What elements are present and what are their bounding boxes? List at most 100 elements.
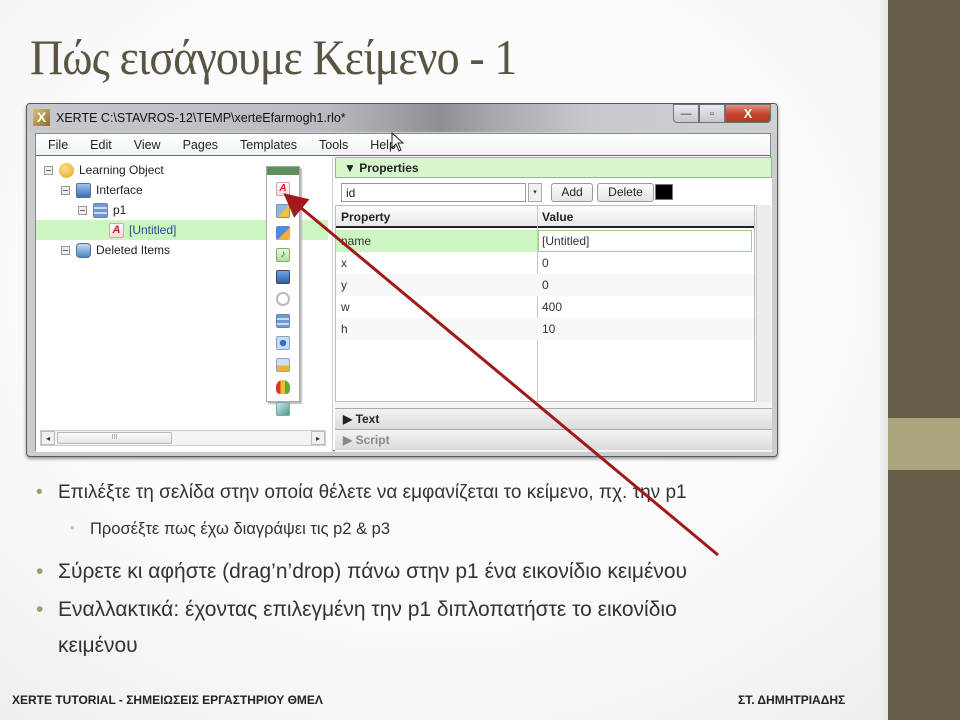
tree-item-label: Deleted Items (96, 243, 171, 257)
button-icon[interactable] (276, 336, 290, 350)
text-icon[interactable]: A (276, 182, 290, 196)
add-button[interactable]: Add (551, 183, 593, 202)
page-icon (93, 202, 108, 218)
bullet-text: Εναλλακτικά: έχοντας επιλεγμένη την p1 δ… (58, 598, 677, 621)
table-row[interactable]: name [Untitled] (336, 230, 754, 252)
property-cell: x (341, 256, 347, 270)
section-script[interactable]: ▶ Script (335, 429, 772, 450)
bullet-text: κειμένου (58, 634, 138, 657)
xerte-app-icon: X (33, 109, 50, 126)
tree-item-label: [Untitled] (129, 223, 177, 237)
deleted-items-icon (76, 242, 91, 258)
scroll-right-icon[interactable]: ▸ (311, 431, 325, 445)
bullet-marker: • (36, 482, 43, 503)
interface-icon (76, 182, 91, 198)
bullet-marker: • (70, 520, 75, 535)
xerte-window: X XERTE C:\STAVROS-12\TEMP\xerteEfarmogh… (26, 103, 778, 457)
slide-accent-strip (888, 0, 960, 720)
bullet-text: Επιλέξτε τη σελίδα στην οποία θέλετε να … (58, 482, 687, 503)
scroll-thumb[interactable]: III (57, 432, 172, 444)
bullet-marker: • (36, 560, 44, 583)
property-cell: w (341, 300, 350, 314)
delete-button[interactable]: Delete (597, 183, 654, 202)
menu-file[interactable]: File (48, 138, 68, 152)
close-button[interactable]: X (725, 104, 771, 123)
table-row[interactable]: w 400 (336, 296, 754, 318)
menu-templates[interactable]: Templates (240, 138, 297, 152)
collapse-icon[interactable] (61, 245, 70, 255)
minimize-icon: — (680, 107, 692, 120)
audio-icon[interactable]: ♪ (276, 248, 290, 262)
color-picker-swatch[interactable] (655, 184, 673, 200)
menu-tools[interactable]: Tools (319, 138, 348, 152)
minimize-button[interactable]: — (673, 104, 699, 123)
edit-pencil-icon[interactable] (276, 226, 290, 240)
bullet-continuation: κειμένου (58, 634, 138, 658)
window-title: XERTE C:\STAVROS-12\TEMP\xerteEfarmogh1.… (56, 111, 346, 125)
table-header: Property Value (336, 206, 754, 228)
palette-header[interactable] (267, 167, 299, 175)
component-palette: A ♪ (266, 166, 300, 416)
footer-left: XERTE TUTORIAL - ΣΗΜΕΙΩΣΕΙΣ ΕΡΓΑΣΤΗΡΙΟΥ … (12, 693, 323, 707)
bullet-subitem: • Προσέξτε πως έχω διαγράψει τις p2 & p3 (70, 520, 391, 539)
timeline-icon[interactable] (276, 358, 290, 372)
menu-pages[interactable]: Pages (183, 138, 218, 152)
value-cell[interactable]: 0 (542, 278, 549, 292)
slide-title: Πώς εισάγουμε Κείμενο - 1 (30, 29, 517, 85)
property-cell: y (341, 278, 347, 292)
column-header-value[interactable]: Value (542, 210, 573, 224)
bullet-text: Σύρετε κι αφήστε (drag’n’drop) πάνω στην… (58, 560, 688, 583)
value-cell[interactable]: [Untitled] (542, 234, 589, 248)
properties-toolbar: id ▾ Add Delete (335, 178, 772, 205)
structure-tree: Learning Object Interface p1 A [Untitled… (36, 157, 333, 452)
property-dropdown-icon[interactable]: ▾ (528, 183, 542, 202)
value-cell[interactable]: 400 (542, 300, 562, 314)
table-vertical-scrollbar[interactable] (756, 205, 770, 402)
tree-item-label: Learning Object (79, 163, 164, 177)
window-client: File Edit View Pages Templates Tools Hel… (35, 132, 772, 452)
property-name-input[interactable]: id (341, 183, 526, 202)
maximize-button[interactable]: ▫ (699, 104, 725, 123)
tree-item-label: p1 (113, 203, 127, 217)
collapse-icon[interactable] (61, 185, 70, 195)
bullet-item: • Σύρετε κι αφήστε (drag’n’drop) πάνω στ… (36, 560, 688, 584)
bullet-item: • Εναλλακτικά: έχοντας επιλεγμένη την p1… (36, 598, 677, 622)
slide-side-edge (880, 0, 888, 720)
property-cell: h (341, 322, 348, 336)
bullet-text: Προσέξτε πως έχω διαγράψει τις p2 & p3 (90, 520, 391, 538)
section-text[interactable]: ▶ Text (335, 408, 772, 429)
value-cell[interactable]: 0 (542, 256, 549, 270)
scroll-left-icon[interactable]: ◂ (41, 431, 55, 445)
maximize-icon: ▫ (710, 107, 714, 120)
slide-accent-band (888, 418, 960, 470)
image-text-icon[interactable] (276, 204, 290, 218)
mouse-cursor-icon (391, 132, 405, 152)
menu-view[interactable]: View (134, 138, 161, 152)
page-layout-icon[interactable] (276, 314, 290, 328)
value-cell[interactable]: 10 (542, 322, 555, 336)
learning-object-icon (59, 162, 74, 178)
collapse-icon[interactable] (44, 165, 53, 175)
table-row[interactable]: y 0 (336, 274, 754, 296)
table-icon[interactable] (276, 402, 290, 416)
properties-panel: ▼ Properties id ▾ Add Delete Property Va… (335, 157, 772, 452)
collapse-icon[interactable] (78, 205, 87, 215)
bullet-marker: • (36, 598, 44, 621)
properties-header[interactable]: ▼ Properties (335, 157, 772, 178)
properties-table: Property Value name [Untitled] x 0 y 0 w… (335, 205, 755, 402)
menu-bar: File Edit View Pages Templates Tools Hel… (36, 132, 770, 156)
bullet-item: • Επιλέξτε τη σελίδα στην οποία θέλετε ν… (36, 482, 687, 504)
chart-icon[interactable] (276, 380, 290, 394)
tree-horizontal-scrollbar[interactable]: ◂ III ▸ (40, 430, 326, 446)
close-icon: X (743, 106, 753, 121)
table-row[interactable]: h 10 (336, 318, 754, 340)
menu-edit[interactable]: Edit (90, 138, 112, 152)
window-controls: — ▫ X (673, 104, 771, 124)
table-row[interactable]: x 0 (336, 252, 754, 274)
footer-right: ΣΤ. ΔΗΜΗΤΡΙΑΔΗΣ (738, 693, 846, 707)
column-header-property[interactable]: Property (341, 210, 390, 224)
property-cell: name (341, 234, 372, 248)
window-titlebar[interactable]: X XERTE C:\STAVROS-12\TEMP\xerteEfarmogh… (27, 104, 777, 132)
video-monitor-icon[interactable] (276, 270, 290, 284)
link-chain-icon[interactable] (276, 292, 290, 306)
